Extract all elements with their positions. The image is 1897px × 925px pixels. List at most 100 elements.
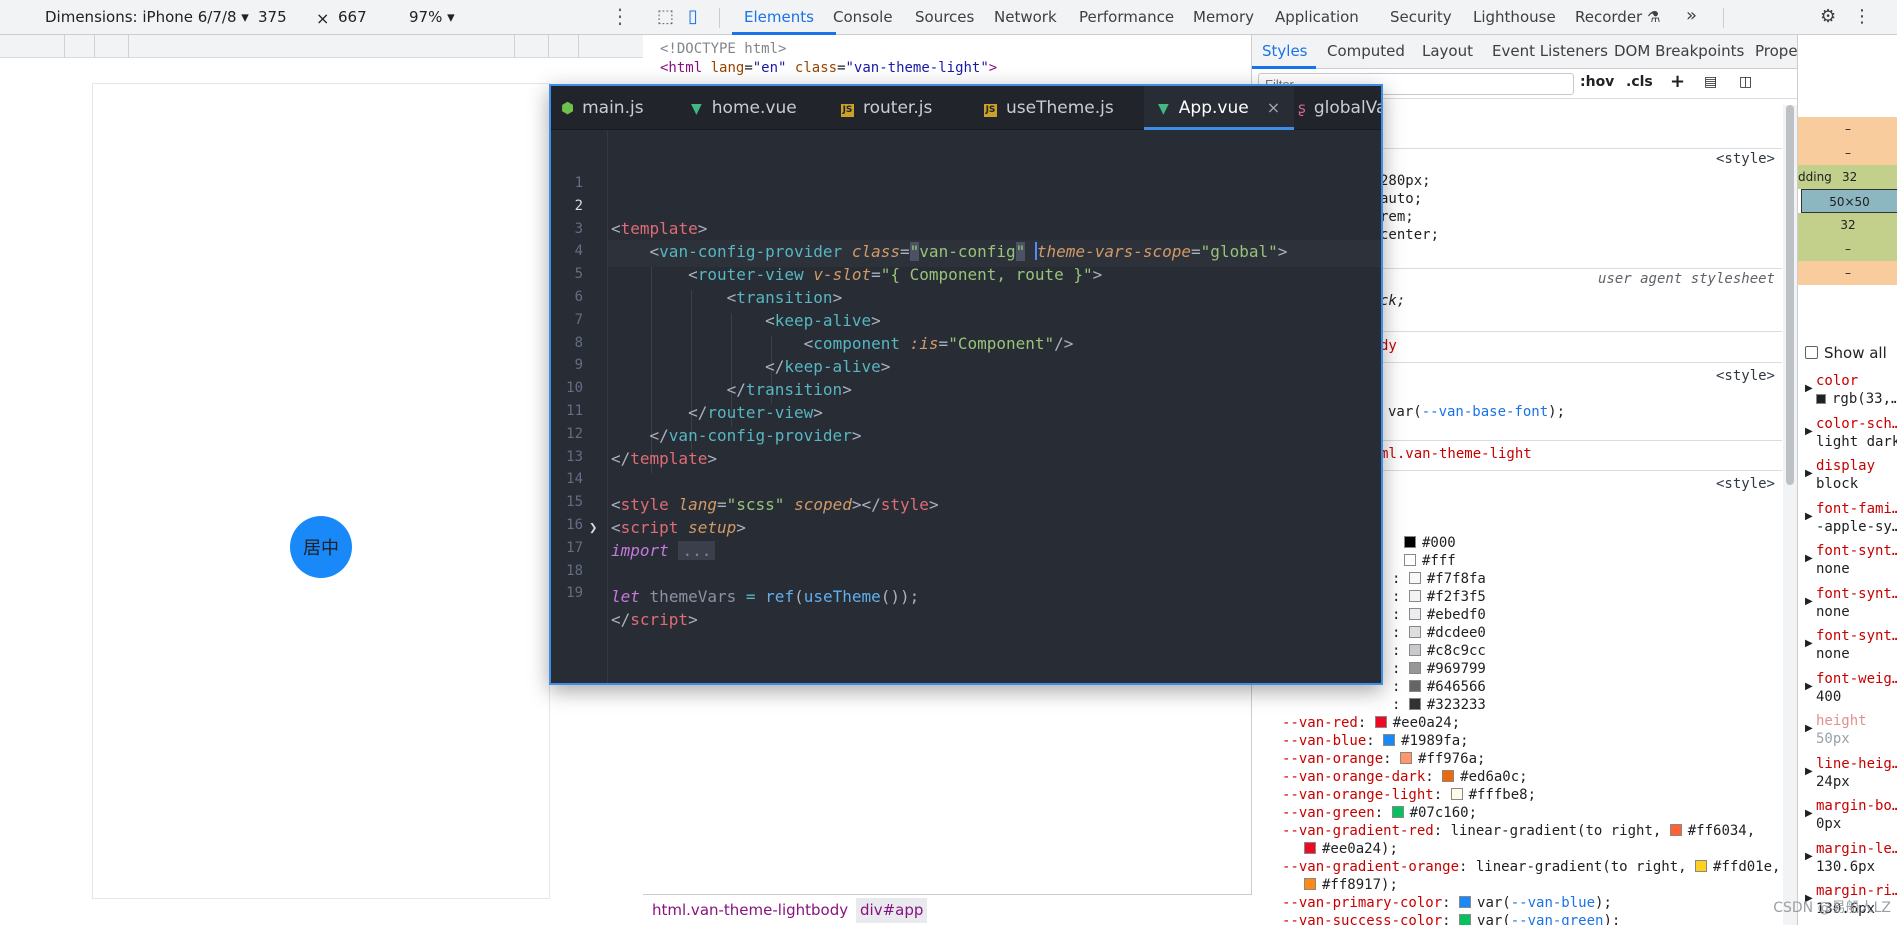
editor-tab-usetheme-js[interactable]: JS useTheme.js — [984, 86, 1114, 130]
device-select[interactable]: Dimensions: iPhone 6/7/8 ▾ — [45, 8, 249, 26]
inherited-from-html[interactable]: ml.van-theme-light — [1380, 446, 1532, 462]
color-swatch[interactable] — [1404, 536, 1416, 548]
css-variable-row[interactable]: --van-orange-dark: #ed6a0c; — [1282, 769, 1528, 785]
code-line-15[interactable]: import ... — [611, 541, 716, 560]
editor-tab-router-js[interactable]: JS router.js — [841, 86, 932, 130]
computed-property-name[interactable]: font-synt… — [1816, 628, 1897, 644]
css-variable-row[interactable]: : #f2f3f5 — [1392, 589, 1486, 605]
dom-html-node[interactable]: <html lang="en" class="van-theme-light"> — [660, 60, 997, 76]
expand-arrow-icon[interactable]: ▶ — [1805, 468, 1813, 479]
css-variable-row[interactable]: : #c8c9cc — [1392, 643, 1486, 659]
css-gradient-row[interactable]: --van-gradient-red: linear-gradient(to r… — [1282, 823, 1755, 839]
tab-performance[interactable]: Performance — [1079, 8, 1174, 26]
tab-network[interactable]: Network — [994, 8, 1057, 26]
breadcrumb-html[interactable]: html.van-theme-light — [652, 901, 811, 919]
color-swatch[interactable] — [1304, 842, 1316, 854]
expand-arrow-icon[interactable]: ▶ — [1805, 851, 1813, 862]
breadcrumb-div-app[interactable]: div#app — [856, 898, 928, 923]
inspect-element-icon[interactable]: ⬚ — [657, 6, 674, 27]
tab-dom-breakpoints[interactable]: DOM Breakpoints — [1614, 42, 1744, 60]
expand-arrow-icon[interactable]: ▶ — [1805, 638, 1813, 649]
computed-property-name[interactable]: margin-le… — [1816, 841, 1897, 857]
color-swatch[interactable] — [1442, 770, 1455, 782]
color-swatch[interactable] — [1391, 806, 1404, 818]
tab-elements[interactable]: Elements — [744, 8, 814, 26]
tab-application[interactable]: Application — [1275, 8, 1359, 26]
computed-property-name[interactable]: line-heig… — [1816, 756, 1897, 772]
expand-arrow-icon[interactable]: ▶ — [1805, 596, 1813, 607]
css-gradient-row[interactable]: --van-gradient-orange: linear-gradient(t… — [1282, 859, 1780, 875]
color-swatch[interactable] — [1408, 608, 1421, 620]
more-options-icon[interactable]: ⋮ — [610, 4, 630, 28]
color-swatch[interactable] — [1408, 626, 1421, 638]
customize-menu-icon[interactable]: ⋮ — [1853, 6, 1871, 27]
color-swatch[interactable] — [1408, 590, 1421, 602]
code-line-1[interactable]: <template> — [611, 219, 707, 238]
css-variable-row[interactable]: : #646566 — [1392, 679, 1486, 695]
css-variable-row[interactable]: --van-orange-light: #fffbe8; — [1282, 787, 1536, 803]
code-line-6[interactable]: <component :is="Component"/> — [611, 334, 1074, 353]
color-swatch[interactable] — [1408, 572, 1421, 584]
css-variable-row[interactable]: : #323233 — [1392, 697, 1486, 713]
tab-computed[interactable]: Computed — [1327, 42, 1405, 60]
new-rule-icon[interactable]: + — [1670, 71, 1685, 92]
code-line-5[interactable]: <keep-alive> — [611, 311, 881, 330]
expand-arrow-icon[interactable]: ▶ — [1805, 511, 1813, 522]
code-line-9[interactable]: </router-view> — [611, 403, 823, 422]
expand-arrow-icon[interactable]: ▶ — [1805, 681, 1813, 692]
tab-layout[interactable]: Layout — [1422, 42, 1473, 60]
css-variable-row[interactable]: : #969799 — [1392, 661, 1486, 677]
css-variable-row[interactable]: #fff — [1404, 553, 1456, 569]
center-button[interactable]: 居中 — [290, 516, 352, 578]
color-swatch[interactable] — [1408, 698, 1421, 710]
computed-property-name[interactable]: font-synt… — [1816, 543, 1897, 559]
css-variable-row[interactable]: : #f7f8fa — [1392, 571, 1486, 587]
computed-property-name[interactable]: font-fami… — [1816, 501, 1897, 517]
settings-gear-icon[interactable]: ⚙ — [1820, 6, 1836, 27]
computed-property-name[interactable]: font-synt… — [1816, 586, 1897, 602]
close-tab-icon[interactable]: × — [1267, 98, 1280, 117]
css-variable-row[interactable]: --van-blue: #1989fa; — [1282, 733, 1469, 749]
code-line-11[interactable]: </template> — [611, 449, 717, 468]
paint-icon[interactable]: ▤ — [1704, 74, 1717, 90]
code-line-8[interactable]: </transition> — [611, 380, 852, 399]
tab-memory[interactable]: Memory — [1193, 8, 1254, 26]
code-line-14[interactable]: <script setup> — [611, 518, 746, 537]
more-tabs-icon[interactable]: » — [1686, 5, 1697, 26]
toggle-sidebar-icon[interactable]: ◫ — [1739, 74, 1752, 90]
tab-lighthouse[interactable]: Lighthouse — [1473, 8, 1556, 26]
tab-recorder[interactable]: Recorder ⚗ — [1575, 8, 1660, 26]
code-line-2[interactable]: <van-config-provider class="van-config" … — [611, 242, 1287, 261]
code-line-3[interactable]: <router-view v-slot="{ Component, route … — [611, 265, 1102, 284]
code-line-13[interactable]: <style lang="scss" scoped></style> — [611, 495, 939, 514]
computed-property-name[interactable]: margin-bo… — [1816, 798, 1897, 814]
css-variable-row[interactable]: --van-green: #07c160; — [1282, 805, 1477, 821]
tab-styles[interactable]: Styles — [1262, 42, 1308, 60]
color-swatch[interactable] — [1450, 788, 1463, 800]
editor-tab-globalvars[interactable]: ʂ globalVa — [1298, 86, 1381, 130]
folded-imports[interactable]: ... — [678, 541, 716, 560]
expand-arrow-icon[interactable]: ▶ — [1805, 383, 1813, 394]
css-variable-row[interactable]: #000 — [1404, 535, 1456, 551]
color-swatch[interactable] — [1383, 734, 1396, 746]
css-variable-row[interactable]: --van-orange: #ff976a; — [1282, 751, 1485, 767]
tab-console[interactable]: Console — [833, 8, 893, 26]
expand-arrow-icon[interactable]: ▶ — [1805, 426, 1813, 437]
color-swatch[interactable] — [1374, 716, 1387, 728]
editor-tab-app-vue[interactable]: ▼ App.vue × — [1144, 86, 1295, 130]
tab-security[interactable]: Security — [1390, 8, 1452, 26]
tab-sources[interactable]: Sources — [915, 8, 974, 26]
breadcrumb-body[interactable]: body — [811, 901, 848, 919]
fold-expand-icon[interactable]: ❯ — [589, 520, 597, 536]
dom-doctype[interactable]: <!DOCTYPE html> — [660, 41, 786, 57]
expand-arrow-icon[interactable]: ▶ — [1805, 553, 1813, 564]
code-line-19[interactable]: </script> — [611, 610, 698, 629]
computed-property-name[interactable]: height — [1816, 713, 1867, 729]
editor-tab-home-vue[interactable]: ▼ home.vue — [691, 86, 797, 130]
css-variable-row[interactable]: --van-primary-color: var(--van-blue); — [1282, 895, 1612, 911]
color-swatch[interactable] — [1459, 896, 1472, 908]
css-variable-row[interactable]: : #dcdee0 — [1392, 625, 1486, 641]
color-swatch[interactable] — [1459, 914, 1472, 925]
color-swatch[interactable] — [1408, 644, 1421, 656]
expand-arrow-icon[interactable]: ▶ — [1805, 766, 1813, 777]
